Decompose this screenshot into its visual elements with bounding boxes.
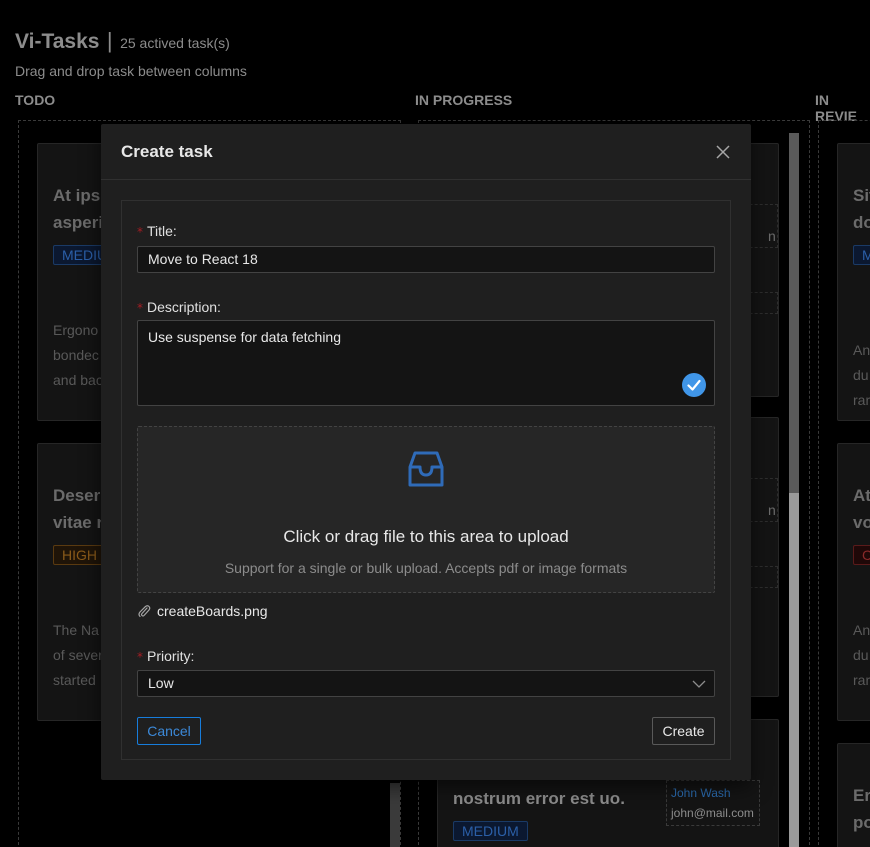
- description-textarea[interactable]: Use suspense for data fetching: [137, 320, 715, 406]
- title-label: * Title:: [137, 223, 177, 239]
- priority-tag: HIGH: [53, 545, 106, 565]
- card-description: rar: [853, 392, 870, 408]
- column-in-review[interactable]: Sit do M An du rar At vo C An du rar Err…: [818, 120, 870, 847]
- card-title: Err: [853, 786, 870, 805]
- task-card[interactable]: At vo C An du rar: [837, 443, 870, 721]
- active-task-count: 25 actived task(s): [120, 35, 230, 51]
- card-description: and bac: [53, 372, 103, 388]
- priority-value: Low: [148, 675, 174, 691]
- column-scrollbar[interactable]: [390, 783, 400, 847]
- priority-tag: MEDIUM: [453, 821, 528, 841]
- priority-tag: C: [853, 545, 870, 565]
- card-title: vitae n: [53, 513, 107, 532]
- card-description: An: [853, 622, 870, 638]
- card-description: Ergono: [53, 322, 99, 338]
- board-subtitle: Drag and drop task between columns: [15, 63, 247, 79]
- card-title: nostrum error est uo.: [453, 789, 625, 808]
- file-name: createBoards.png: [157, 603, 268, 619]
- card-description: The Na: [53, 622, 99, 638]
- assignee-box[interactable]: John Wash john@mail.com: [666, 780, 760, 826]
- card-description: du: [853, 647, 869, 663]
- card-title: At: [853, 486, 870, 505]
- card-description: rar: [853, 672, 870, 688]
- required-mark: *: [137, 301, 143, 315]
- card-description: of sever: [53, 647, 103, 663]
- description-value: Use suspense for data fetching: [148, 329, 342, 345]
- create-button[interactable]: Create: [652, 717, 715, 745]
- cancel-button[interactable]: Cancel: [137, 717, 201, 745]
- description-label: * Description:: [137, 299, 221, 315]
- column-title-todo: TODO: [15, 92, 56, 108]
- card-title: vo: [853, 513, 870, 532]
- task-card[interactable]: Err po: [837, 743, 870, 847]
- create-task-modal: Create task * Title: Move to React 18 * De…: [101, 124, 751, 780]
- app-header: Vi-Tasks | 25 actived task(s): [15, 28, 230, 54]
- column-scrollbar-thumb[interactable]: [789, 493, 799, 847]
- card-title: po: [853, 813, 870, 832]
- task-card[interactable]: Sit do M An du rar: [837, 143, 870, 421]
- inbox-icon: [408, 451, 444, 487]
- column-title-in-progress: IN PROGRESS: [415, 92, 513, 108]
- modal-header: Create task: [101, 124, 751, 180]
- task-form: * Title: Move to React 18 * Description: U…: [121, 200, 731, 760]
- title-separator: |: [106, 28, 113, 53]
- required-mark: *: [137, 225, 143, 239]
- paperclip-icon: [138, 605, 151, 618]
- card-description: bondec: [53, 347, 99, 363]
- check-circle-icon: [682, 373, 706, 397]
- card-description: started: [53, 672, 96, 688]
- priority-tag: M: [853, 245, 870, 265]
- required-mark: *: [137, 650, 143, 664]
- uploaded-file-item[interactable]: createBoards.png: [137, 601, 268, 621]
- upload-dropzone[interactable]: Click or drag file to this area to uploa…: [137, 426, 715, 593]
- card-title: Sit: [853, 186, 870, 205]
- assignee-name: John Wash: [671, 786, 731, 800]
- priority-label: * Priority:: [137, 648, 195, 664]
- card-description: An: [853, 342, 870, 358]
- assignee-email: n: [768, 502, 776, 518]
- close-button[interactable]: [713, 142, 733, 162]
- card-description: du: [853, 367, 869, 383]
- app-title: Vi-Tasks: [15, 30, 100, 53]
- upload-hint: Support for a single or bulk upload. Acc…: [224, 560, 628, 576]
- assignee-email: n: [768, 228, 776, 244]
- column-scrollbar[interactable]: [789, 133, 799, 493]
- modal-title: Create task: [121, 141, 213, 161]
- assignee-email: john@mail.com: [671, 806, 754, 820]
- title-input[interactable]: Move to React 18: [137, 246, 715, 273]
- priority-select[interactable]: Low: [137, 670, 715, 697]
- card-title: do: [853, 213, 870, 232]
- upload-text: Click or drag file to this area to uploa…: [283, 527, 569, 546]
- chevron-down-icon: [692, 680, 706, 688]
- close-icon: [716, 145, 730, 159]
